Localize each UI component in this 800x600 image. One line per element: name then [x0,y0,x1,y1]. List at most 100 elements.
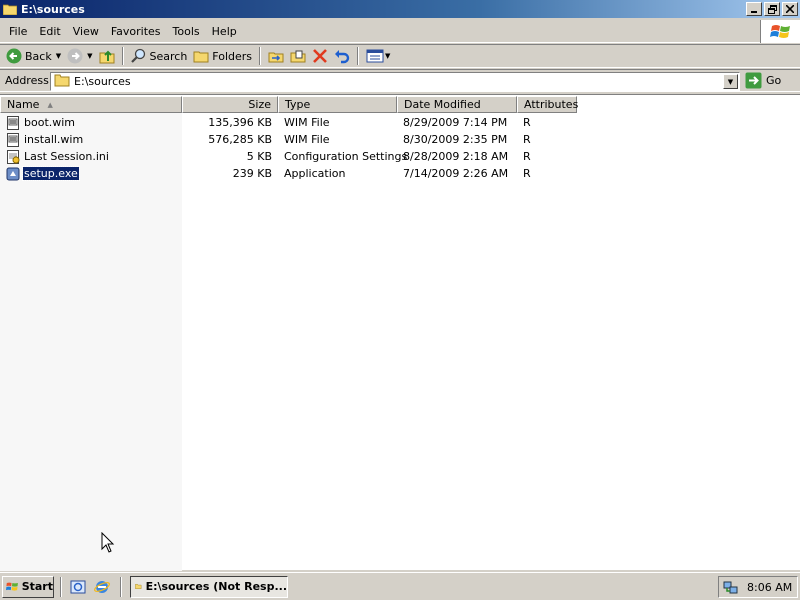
taskbar-window-label: E:\sources (Not Resp... [145,580,287,593]
folders-label: Folders [212,49,253,63]
start-label: Start [21,580,53,593]
chevron-down-icon[interactable]: ▼ [87,52,92,60]
windows-flag-icon [6,582,18,591]
start-button[interactable]: Start [2,575,54,598]
forward-button[interactable]: ▼ [64,46,95,66]
column-header-name[interactable]: Name ▲ [0,96,182,113]
toolbar-separator [121,47,124,65]
file-row[interactable]: install.wim 576,285 KB WIM File 8/30/200… [0,131,800,148]
chevron-down-icon[interactable]: ▼ [385,52,390,60]
up-folder-button[interactable] [96,46,118,66]
back-button[interactable]: Back ▼ [3,46,64,66]
file-date-modified: 8/28/2009 2:18 AM [403,150,509,163]
file-size: 239 KB [232,167,272,180]
file-type: WIM File [284,116,330,129]
minimize-button[interactable] [746,2,762,16]
file-size: 135,396 KB [208,116,272,129]
file-type: Application [284,167,346,180]
column-header-size-label: Size [248,98,271,111]
undo-icon [335,50,350,64]
address-input[interactable]: E:\sources ▼ [50,72,740,91]
file-name: setup.exe [22,166,80,181]
forward-arrow-icon [67,48,83,64]
wim-file-icon [7,132,19,147]
folder-icon [54,74,70,90]
internet-explorer-icon [94,580,110,593]
file-type: Configuration Settings [284,150,408,163]
menu-view[interactable]: View [67,25,105,38]
close-icon [786,5,794,13]
menu-favorites[interactable]: Favorites [105,25,167,38]
file-attributes: R [523,116,531,129]
folder-icon [2,4,18,15]
back-label: Back [25,49,52,63]
file-name: Last Session.ini [24,150,109,163]
chevron-down-icon: ▼ [727,77,734,86]
views-button[interactable]: ▼ [363,46,393,66]
system-tray: 8:06 AM [718,576,798,598]
file-row[interactable]: boot.wim 135,396 KB WIM File 8/29/2009 7… [0,114,800,131]
taskbar: Start E:\sources (Not Resp... 8:06 AM [0,572,800,600]
column-header-attributes[interactable]: Attributes [517,96,578,113]
column-header-name-label: Name [7,98,40,111]
title-bar[interactable]: E:\sources [0,0,800,18]
file-name-cell[interactable]: setup.exe [6,165,80,182]
network-connection-icon[interactable] [723,579,739,595]
close-button[interactable] [782,2,798,16]
back-arrow-icon [6,48,22,64]
standard-toolbar: Back ▼ ▼ Search Folders ▼ [0,44,800,68]
move-to-icon [268,52,284,63]
delete-icon [313,49,327,63]
file-name: boot.wim [24,116,76,129]
column-headers: Name ▲ Size Type Date Modified Attribute… [0,96,578,113]
copy-to-icon [290,50,306,63]
chevron-down-icon[interactable]: ▼ [56,52,61,60]
column-header-size[interactable]: Size [182,96,278,113]
move-to-button[interactable] [265,46,287,66]
folders-button[interactable]: Folders [190,46,255,66]
file-attributes: R [523,167,531,180]
toolbar-separator [357,47,360,65]
file-row[interactable]: Last Session.ini 5 KB Configuration Sett… [0,148,800,165]
mouse-cursor-icon [101,532,115,553]
column-header-date-modified[interactable]: Date Modified [397,96,517,113]
file-row[interactable]: setup.exe 239 KB Application 7/14/2009 2… [0,165,800,182]
undo-button[interactable] [331,46,353,66]
address-label: Address [5,74,49,87]
search-button[interactable]: Search [128,46,191,66]
file-name-cell[interactable]: boot.wim [6,114,76,131]
go-label: Go [766,74,782,87]
file-size: 5 KB [246,150,272,163]
column-header-date-label: Date Modified [404,98,481,111]
taskbar-separator [60,576,62,597]
windows-logo-icon [760,20,800,43]
sort-ascending-icon: ▲ [47,100,53,109]
copy-to-button[interactable] [287,46,309,66]
menu-edit[interactable]: Edit [33,25,66,38]
quick-launch-explorer[interactable] [69,578,87,596]
views-icon [366,49,384,63]
menu-help[interactable]: Help [206,25,243,38]
restore-icon [767,4,777,14]
menu-bar: File Edit View Favorites Tools Help [0,20,800,43]
taskbar-window-button[interactable]: E:\sources (Not Resp... [130,575,288,598]
file-list-view[interactable]: Name ▲ Size Type Date Modified Attribute… [0,94,800,571]
quick-launch-internet-explorer[interactable] [93,578,111,596]
column-header-type[interactable]: Type [278,96,397,113]
toolbar-separator [259,47,262,65]
restore-button[interactable] [764,2,780,16]
clock[interactable]: 8:06 AM [747,581,792,594]
ini-file-icon [7,149,20,164]
file-name: install.wim [24,133,84,146]
minimize-icon [751,11,757,13]
menu-file[interactable]: File [3,25,33,38]
search-icon [130,48,145,63]
explorer-icon [70,580,86,593]
go-button[interactable]: Go [745,72,781,89]
menu-tools[interactable]: Tools [167,25,206,38]
file-name-cell[interactable]: Last Session.ini [6,148,110,165]
file-name-cell[interactable]: install.wim [6,131,84,148]
delete-button[interactable] [309,46,331,66]
address-dropdown-button[interactable]: ▼ [723,74,738,89]
address-bar: Address E:\sources ▼ Go [0,69,800,92]
